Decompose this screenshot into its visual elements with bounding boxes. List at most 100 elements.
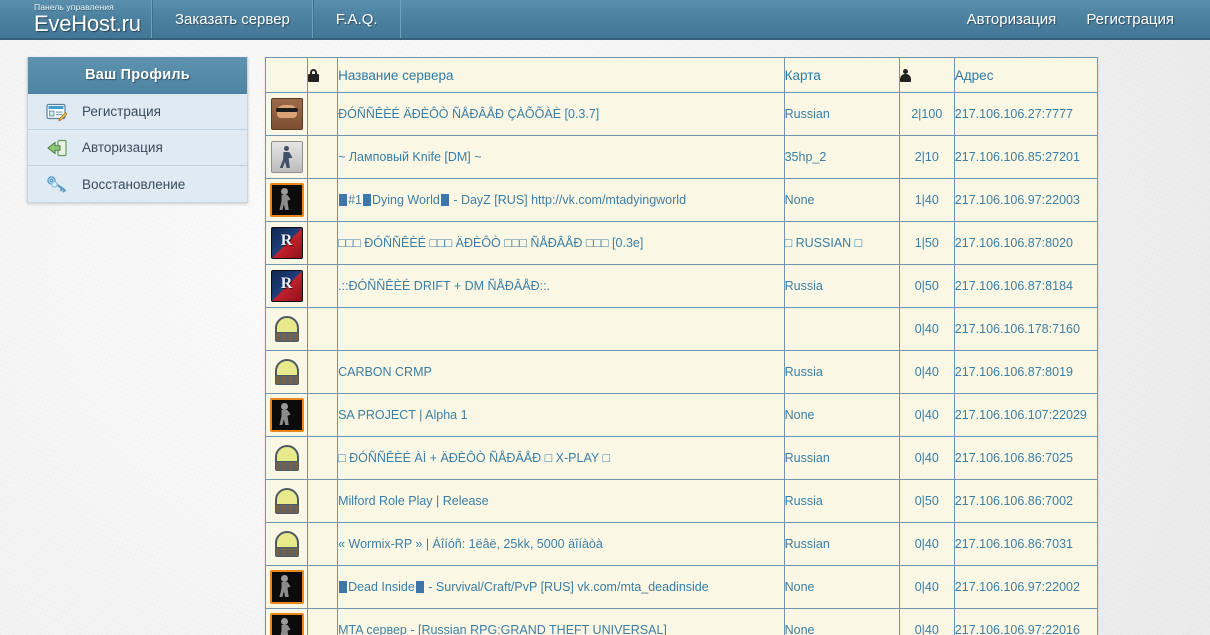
table-row[interactable]: ~ Ламповый Knife [DM] ~35hp_2 2|10 217.106… (264, 135, 1099, 179)
sidebar-item-authorization[interactable]: Авторизация (28, 130, 247, 166)
server-name-cell[interactable] (337, 307, 785, 351)
server-name-cell[interactable]: MTA сервер - [Russian RPG:GRAND THEFT UN… (337, 608, 785, 635)
server-players-cell: 2|100 (898, 92, 955, 136)
table-row[interactable]: CARBON CRMP Russia 0|40 217.106.106.87:8019 (264, 350, 1099, 394)
server-password-cell (307, 350, 339, 394)
login-arrow-icon (42, 136, 72, 160)
mta-game-icon (269, 398, 304, 432)
server-address-cell[interactable]: 217.106.106.85:27201 (953, 135, 1099, 179)
server-icon-cell (264, 221, 309, 265)
table-row[interactable]: ÐÓÑÑÊÈÉ ÄÐÈÔÒ ÑÅÐÂÅÐ ÇÀÕÕÀÈ [0.3.7] Russi… (264, 92, 1099, 136)
server-name-cell[interactable]: ~ Ламповый Knife [DM] ~ (337, 135, 785, 179)
server-name-cell[interactable]: Milford Role Play | Release (337, 479, 785, 523)
crmp-game-icon (270, 227, 303, 259)
server-icon-cell (264, 307, 309, 351)
server-name-cell[interactable]: □ ÐÓÑÑÊÈÉ ÀÌ + ÄÐÈÔÒ ÑÅÐÂÅÐ □ X-PLAY □ (337, 436, 785, 480)
rp-game-icon (271, 529, 302, 559)
server-map-cell: Russian (783, 436, 900, 480)
server-address-cell[interactable]: 217.106.106.107:22029 (953, 393, 1099, 437)
server-map-cell: None (783, 178, 900, 222)
server-password-cell (307, 608, 339, 635)
server-address-cell[interactable]: 217.106.106.27:7777 (953, 92, 1099, 136)
server-address-cell[interactable]: 217.106.106.86:7025 (953, 436, 1099, 480)
server-password-cell (307, 264, 339, 308)
server-address-cell[interactable]: 217.106.106.87:8019 (953, 350, 1099, 394)
color-block (440, 194, 449, 206)
server-name-cell[interactable]: Dead Inside - Survival/Craft/PvP [RUS] v… (337, 565, 785, 609)
server-map-cell: Russia (783, 264, 900, 308)
server-address-cell[interactable]: 217.106.106.178:7160 (953, 307, 1099, 351)
server-name-cell[interactable]: #1 Dying World - DayZ [RUS] http://vk.com… (337, 178, 785, 222)
server-password-cell (307, 221, 339, 265)
samp-game-icon (270, 98, 303, 130)
server-name-cell[interactable]: CARBON CRMP (337, 350, 785, 394)
server-password-cell (307, 436, 339, 480)
sidebar-item-label: Регистрация (82, 104, 161, 119)
page-root: Панель управления EveHost.ru Заказать се… (0, 0, 1210, 635)
server-name-cell[interactable]: « Wormix-RP » | Áîíóñ: 1ëâë, 25kk, 5000 … (337, 522, 785, 566)
table-row[interactable]: Milford Role Play | Release Russia 0|50 217… (264, 479, 1099, 523)
column-header-map[interactable]: Карта (783, 57, 900, 93)
table-row[interactable]: « Wormix-RP » | Áîíóñ: 1ëâë, 25kk, 5000 … (264, 522, 1099, 566)
brand-logo[interactable]: Панель управления EveHost.ru (0, 0, 152, 38)
server-map-cell: 35hp_2 (783, 135, 900, 179)
server-icon-cell (264, 436, 309, 480)
table-row[interactable]: #1 Dying World - DayZ [RUS] http://vk.com… (264, 178, 1099, 222)
server-players-cell: 0|40 (898, 565, 955, 609)
nav-item-faq[interactable]: F.A.Q. (312, 0, 401, 38)
server-password-cell (307, 393, 339, 437)
server-address-cell[interactable]: 217.106.106.97:22003 (953, 178, 1099, 222)
server-icon-cell (264, 479, 309, 523)
table-row[interactable]: 0|40 217.106.106.178:7160 (264, 307, 1099, 351)
rp-game-icon (271, 443, 302, 473)
server-address-cell[interactable]: 217.106.106.97:22016 (953, 608, 1099, 635)
color-block (339, 194, 348, 206)
server-name-cell[interactable]: .::ÐÓÑÑÊÈÉ DRIFT + DM ÑÅÐÂÅÐ::. (337, 264, 785, 308)
server-address-cell[interactable]: 217.106.106.86:7002 (953, 479, 1099, 523)
column-header-password[interactable] (307, 57, 339, 93)
column-header-address[interactable]: Адрес (953, 57, 1099, 93)
table-row[interactable]: .::ÐÓÑÑÊÈÉ DRIFT + DM ÑÅÐÂÅÐ::.Russia0|5… (264, 264, 1099, 308)
server-name-cell[interactable]: SA PROJECT | Alpha 1 (337, 393, 785, 437)
server-password-cell (307, 479, 339, 523)
server-address-cell[interactable]: 217.106.106.87:8020 (953, 221, 1099, 265)
server-address-cell[interactable]: 217.106.106.86:7031 (953, 522, 1099, 566)
nav-item-order-server[interactable]: Заказать сервер (152, 0, 313, 38)
server-map-cell: Russian (783, 522, 900, 566)
server-icon-cell (264, 393, 309, 437)
server-players-cell: 0|40 (898, 307, 955, 351)
nav-item-registration[interactable]: Регистрация (1086, 11, 1174, 28)
server-map-cell: □ RUSSIAN □ (783, 221, 900, 265)
content-area: Ваш Профиль Регистрация Авторизация Восс… (0, 40, 1210, 635)
server-name-cell[interactable]: □□□ ÐÓÑÑÊÈÉ □□□ ÄÐÈÔÒ □□□ ÑÅÐÂÅÐ □□□ [0.… (337, 221, 785, 265)
sidebar-item-label: Восстановление (82, 176, 186, 192)
server-players-cell: 0|40 (898, 436, 955, 480)
sidebar-title: Ваш Профиль (28, 57, 247, 94)
brand-title: EveHost.ru (34, 11, 141, 36)
profile-sidebar: Ваш Профиль Регистрация Авторизация Восс… (27, 57, 248, 203)
keys-icon (42, 172, 72, 196)
table-row[interactable]: SA PROJECT | Alpha 1 None 0|40 217.106.106.… (264, 393, 1099, 437)
sidebar-item-registration[interactable]: Регистрация (28, 94, 247, 130)
server-name-cell[interactable]: ÐÓÑÑÊÈÉ ÄÐÈÔÒ ÑÅÐÂÅÐ ÇÀÕÕÀÈ [0.3.7] (337, 92, 785, 136)
table-row[interactable]: Dead Inside - Survival/Craft/PvP [RUS] v… (264, 565, 1099, 609)
server-password-cell (307, 135, 339, 179)
server-players-cell: 0|40 (898, 608, 955, 635)
nav-item-authorization[interactable]: Авторизация (967, 11, 1057, 28)
table-row[interactable]: □□□ ÐÓÑÑÊÈÉ □□□ ÄÐÈÔÒ □□□ ÑÅÐÂÅÐ □□□ [0.… (264, 221, 1099, 265)
column-header-server-name[interactable]: Название сервера (337, 57, 785, 93)
server-players-cell: 1|50 (898, 221, 955, 265)
color-block (339, 581, 348, 593)
table-row[interactable]: □ ÐÓÑÑÊÈÉ ÀÌ + ÄÐÈÔÒ ÑÅÐÂÅÐ □ X-PLAY □ Ru… (264, 436, 1099, 480)
server-address-cell[interactable]: 217.106.106.87:8184 (953, 264, 1099, 308)
registration-card-icon (42, 100, 72, 124)
server-icon-cell (264, 92, 309, 136)
server-password-cell (307, 307, 339, 351)
rp-game-icon (271, 314, 302, 344)
server-icon-cell (264, 135, 309, 179)
rp-game-icon (271, 486, 302, 516)
column-header-players[interactable] (898, 57, 955, 93)
table-row[interactable]: MTA сервер - [Russian RPG:GRAND THEFT UN… (264, 608, 1099, 635)
sidebar-item-recovery[interactable]: Восстановление (28, 166, 247, 202)
server-address-cell[interactable]: 217.106.106.97:22002 (953, 565, 1099, 609)
